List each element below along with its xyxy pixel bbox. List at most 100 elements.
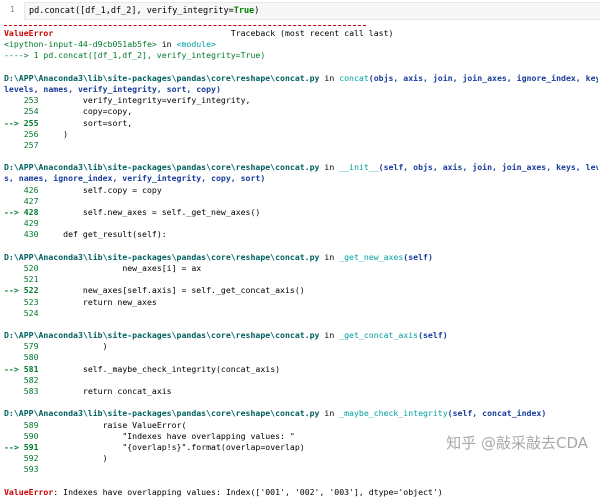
header-spacer bbox=[53, 28, 230, 38]
line-number: 580 bbox=[4, 352, 39, 362]
frame-in-word: in bbox=[319, 162, 339, 172]
line-code: sort=sort, bbox=[43, 118, 132, 128]
final-error-message: : Indexes have overlapping values: Index… bbox=[53, 487, 442, 497]
frames-container: D:\APP\Anaconda3\lib\site-packages\panda… bbox=[4, 62, 598, 476]
frame-signature-cont: s, names, ignore_index, verify_integrity… bbox=[4, 173, 598, 184]
frame-signature: (self, objs, axis, join, join_axes, keys… bbox=[379, 162, 598, 172]
line-code: return concat_axis bbox=[43, 386, 171, 396]
code-line: 593 bbox=[4, 464, 598, 475]
line-number: --> 591 bbox=[4, 442, 39, 452]
code-line: 430 def get_result(self): bbox=[4, 229, 598, 240]
frame-path: D:\APP\Anaconda3\lib\site-packages\panda… bbox=[4, 73, 319, 83]
in-word: in bbox=[157, 39, 177, 49]
current-code-line: --> 255 sort=sort, bbox=[4, 118, 598, 129]
line-number: 582 bbox=[4, 375, 39, 385]
frame-path: D:\APP\Anaconda3\lib\site-packages\panda… bbox=[4, 252, 319, 262]
code-line: 256 ) bbox=[4, 129, 598, 140]
line-code: ) bbox=[43, 341, 107, 351]
line-code: self._maybe_check_integrity(concat_axis) bbox=[43, 364, 280, 374]
line-number: 257 bbox=[4, 140, 39, 150]
frame-signature-cont: levels, names, verify_integrity, sort, c… bbox=[4, 84, 598, 95]
frame-signature: (self) bbox=[418, 330, 448, 340]
ipython-input-line: <ipython-input-44-d9cb051ab5fe> in <modu… bbox=[4, 39, 598, 50]
frame-header: D:\APP\Anaconda3\lib\site-packages\panda… bbox=[4, 252, 598, 263]
code-line: 523 return new_axes bbox=[4, 297, 598, 308]
line-number: 589 bbox=[4, 420, 39, 430]
code-line: 253 verify_integrity=verify_integrity, bbox=[4, 95, 598, 106]
code-line: 257 bbox=[4, 140, 598, 151]
line-code: self.copy = copy bbox=[43, 185, 161, 195]
line-number: 592 bbox=[4, 453, 39, 463]
module-name: <module> bbox=[177, 39, 216, 49]
line-number: --> 428 bbox=[4, 207, 39, 217]
arrow-line-text: ----> 1 pd.concat([df_1,df_2], verify_in… bbox=[4, 50, 265, 60]
code-line: 429 bbox=[4, 218, 598, 229]
frame-func: _maybe_check_integrity bbox=[339, 408, 447, 418]
frame-func: __init__ bbox=[339, 162, 378, 172]
line-number: 430 bbox=[4, 229, 39, 239]
error-name: ValueError bbox=[4, 28, 53, 38]
line-code: "Indexes have overlapping values: " bbox=[43, 431, 294, 441]
frame-in-word: in bbox=[319, 252, 339, 262]
line-number: 579 bbox=[4, 341, 39, 351]
frame-in-word: in bbox=[319, 73, 339, 83]
line-number: 593 bbox=[4, 464, 39, 474]
frame-func: _get_concat_axis bbox=[339, 330, 418, 340]
line-number: 523 bbox=[4, 297, 39, 307]
line-code: copy=copy, bbox=[43, 106, 132, 116]
line-number: 524 bbox=[4, 308, 39, 318]
frame-path: D:\APP\Anaconda3\lib\site-packages\panda… bbox=[4, 330, 319, 340]
frame-func: concat bbox=[339, 73, 369, 83]
line-code: ) bbox=[43, 129, 68, 139]
input-cell[interactable]: 1 pd.concat([df_1,df_2], verify_integrit… bbox=[0, 0, 600, 22]
output-separator bbox=[4, 25, 366, 26]
code-line: 579 ) bbox=[4, 341, 598, 352]
line-code: new_axes[i] = ax bbox=[43, 263, 201, 273]
code-line: 427 bbox=[4, 196, 598, 207]
line-number: 520 bbox=[4, 263, 39, 273]
watermark: 知乎 @敲采敲去CDA bbox=[446, 432, 588, 453]
line-number: 253 bbox=[4, 95, 39, 105]
ipython-input: <ipython-input-44-d9cb051ab5fe> bbox=[4, 39, 157, 49]
line-code: verify_integrity=verify_integrity, bbox=[43, 95, 250, 105]
line-code: ) bbox=[43, 453, 107, 463]
traceback-output: ValueError Traceback (most recent call l… bbox=[4, 28, 598, 498]
current-code-line: --> 522 new_axes[self.axis] = self._get_… bbox=[4, 285, 598, 296]
code-line: 583 return concat_axis bbox=[4, 386, 598, 397]
line-number: 256 bbox=[4, 129, 39, 139]
frame-signature: (self) bbox=[403, 252, 433, 262]
traceback-label: Traceback (most recent call last) bbox=[231, 28, 394, 38]
code-line: 426 self.copy = copy bbox=[4, 185, 598, 196]
frame-path: D:\APP\Anaconda3\lib\site-packages\panda… bbox=[4, 162, 319, 172]
code-line: 521 bbox=[4, 274, 598, 285]
cell-prompt: 1 bbox=[10, 5, 15, 14]
frame-signature: (objs, axis, join, join_axes, ignore_ind… bbox=[369, 73, 598, 83]
arrow-line: ----> 1 pd.concat([df_1,df_2], verify_in… bbox=[4, 50, 598, 61]
code-input[interactable]: pd.concat([df_1,df_2], verify_integrity=… bbox=[24, 2, 600, 20]
line-code: raise ValueError( bbox=[43, 420, 186, 430]
line-code: "{overlap!s}".format(overlap=overlap) bbox=[43, 442, 304, 452]
code-line: 254 copy=copy, bbox=[4, 106, 598, 117]
final-error-line: ValueError: Indexes have overlapping val… bbox=[4, 487, 598, 498]
frame-signature: (self, concat_index) bbox=[448, 408, 547, 418]
line-number: 590 bbox=[4, 431, 39, 441]
code-true-keyword: True bbox=[234, 6, 254, 16]
line-code: new_axes[self.axis] = self._get_concat_a… bbox=[43, 285, 304, 295]
line-number: 254 bbox=[4, 106, 39, 116]
current-code-line: --> 581 self._maybe_check_integrity(conc… bbox=[4, 364, 598, 375]
line-code: self.new_axes = self._get_new_axes() bbox=[43, 207, 260, 217]
code-line: 580 bbox=[4, 352, 598, 363]
frame-in-word: in bbox=[319, 330, 339, 340]
frame-header: D:\APP\Anaconda3\lib\site-packages\panda… bbox=[4, 73, 598, 84]
frame-header: D:\APP\Anaconda3\lib\site-packages\panda… bbox=[4, 162, 598, 173]
current-code-line: --> 428 self.new_axes = self._get_new_ax… bbox=[4, 207, 598, 218]
code-line: 592 ) bbox=[4, 453, 598, 464]
code-suffix: ) bbox=[254, 6, 259, 16]
frame-header: D:\APP\Anaconda3\lib\site-packages\panda… bbox=[4, 408, 598, 419]
frame-in-word: in bbox=[319, 408, 339, 418]
code-line: 589 raise ValueError( bbox=[4, 420, 598, 431]
line-code: def get_result(self): bbox=[43, 229, 166, 239]
code-line: 582 bbox=[4, 375, 598, 386]
code-line: 524 bbox=[4, 308, 598, 319]
code-prefix: pd.concat([df_1,df_2], verify_integrity= bbox=[29, 6, 234, 16]
